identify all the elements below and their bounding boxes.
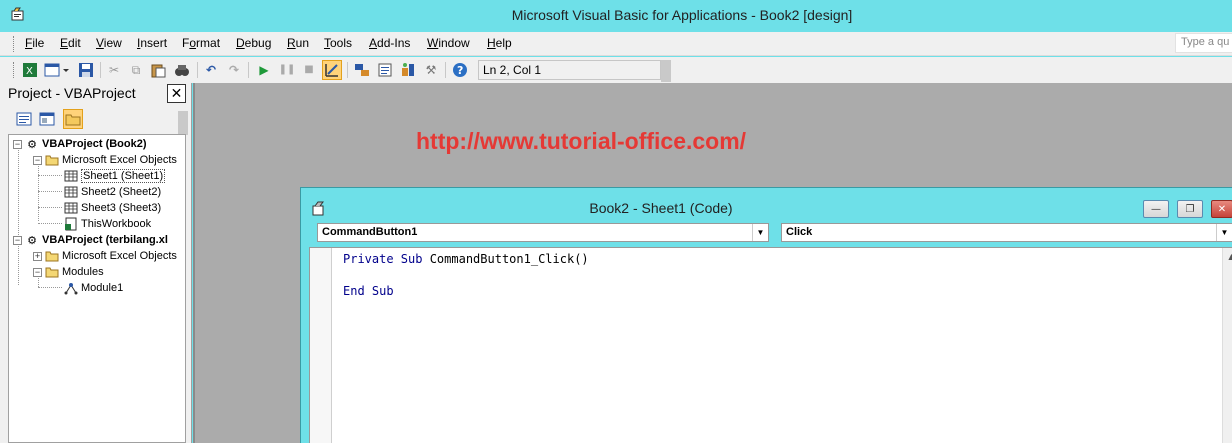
break-icon[interactable]: ❚❚: [277, 60, 297, 80]
splitter[interactable]: [193, 83, 195, 443]
tree-excel-objects-folder-2[interactable]: + Microsoft Excel Objects: [33, 248, 177, 264]
project-explorer-panel: Project - VBAProject ✕ − ⚙ VBAProject (Boo…: [0, 83, 192, 443]
view-excel-icon[interactable]: X: [20, 60, 40, 80]
tree-vbaproject-book2[interactable]: − ⚙ VBAProject (Book2): [13, 136, 147, 152]
project-tree: − ⚙ VBAProject (Book2) − Microsoft Excel Ob…: [8, 134, 186, 443]
tree-vbaproject-terbilang[interactable]: − ⚙ VBAProject (terbilang.xl: [13, 232, 168, 248]
view-object-icon[interactable]: [37, 109, 57, 129]
cursor-position-status: Ln 2, Col 1: [478, 60, 661, 80]
module-icon: [64, 281, 78, 295]
reset-icon[interactable]: ■: [299, 60, 319, 80]
project-toolbar-options[interactable]: [178, 111, 188, 135]
code-editor[interactable]: Private Sub CommandButton1_Click() End S…: [309, 247, 1232, 443]
vba-project-icon: ⚙: [27, 234, 37, 247]
worksheet-icon: [64, 185, 78, 199]
project-toolbar: [0, 105, 192, 135]
project-panel-title: Project - VBAProject: [8, 85, 136, 101]
tree-modules-folder[interactable]: − Modules: [33, 264, 104, 280]
menu-bar: File Edit View Insert Format Debug Run T…: [0, 32, 1232, 56]
menu-run[interactable]: Run: [287, 36, 309, 50]
tree-sheet1[interactable]: Sheet1 (Sheet1): [64, 168, 166, 184]
design-mode-icon[interactable]: [322, 60, 342, 80]
tree-sheet3[interactable]: Sheet3 (Sheet3): [64, 200, 161, 216]
menu-insert[interactable]: Insert: [137, 36, 167, 50]
menu-tools[interactable]: Tools: [324, 36, 352, 50]
vba-project-icon: ⚙: [27, 138, 37, 151]
menu-file[interactable]: File: [25, 36, 44, 50]
toolbar-empty-area: [672, 57, 1232, 83]
code-line-2[interactable]: End Sub: [343, 284, 394, 298]
redo-icon[interactable]: ↷: [224, 60, 244, 80]
menu-format[interactable]: Format: [182, 36, 220, 50]
copy-icon[interactable]: ⧉: [126, 60, 146, 80]
cut-icon[interactable]: ✂: [104, 60, 124, 80]
close-icon[interactable]: ✕: [167, 84, 186, 103]
svg-text:?: ?: [457, 64, 463, 77]
find-icon[interactable]: [172, 60, 192, 80]
toolbar-grip-handle[interactable]: [13, 62, 16, 78]
restore-button[interactable]: ❐: [1177, 200, 1203, 218]
menu-window[interactable]: Window: [427, 36, 470, 50]
close-button[interactable]: ✕: [1211, 200, 1232, 218]
folder-closed-icon: [45, 249, 59, 263]
menu-edit[interactable]: Edit: [60, 36, 81, 50]
watermark-url: http://www.tutorial-office.com/: [416, 128, 747, 154]
worksheet-icon: [64, 169, 78, 183]
menu-help[interactable]: Help: [487, 36, 512, 50]
project-explorer-icon[interactable]: [352, 60, 372, 80]
workbook-icon: [64, 217, 78, 231]
svg-text:X: X: [26, 66, 33, 77]
procedure-dropdown[interactable]: Click ▼: [781, 223, 1232, 242]
menu-debug[interactable]: Debug: [236, 36, 271, 50]
folder-open-icon: [45, 153, 59, 167]
chevron-down-icon[interactable]: ▼: [752, 224, 768, 241]
object-browser-icon[interactable]: [398, 60, 418, 80]
title-bar: Microsoft Visual Basic for Applications …: [0, 0, 1232, 32]
folder-open-icon: [45, 265, 59, 279]
code-window-title: Book2 - Sheet1 (Code): [589, 200, 733, 216]
toggle-folders-icon[interactable]: [63, 109, 83, 129]
insert-userform-icon[interactable]: [42, 60, 72, 80]
view-code-icon[interactable]: [14, 109, 34, 129]
code-line-1[interactable]: Private Sub CommandButton1_Click(): [343, 252, 589, 266]
save-icon[interactable]: [76, 60, 96, 80]
tree-excel-objects-folder[interactable]: − Microsoft Excel Objects: [33, 152, 177, 168]
menu-grip-handle[interactable]: [13, 36, 16, 52]
tree-sheet2[interactable]: Sheet2 (Sheet2): [64, 184, 161, 200]
menu-view[interactable]: View: [96, 36, 122, 50]
minimize-button[interactable]: —: [1143, 200, 1169, 218]
run-icon[interactable]: ▶: [254, 60, 274, 80]
properties-window-icon[interactable]: [375, 60, 395, 80]
chevron-down-icon[interactable]: ▼: [1216, 224, 1232, 241]
worksheet-icon: [64, 201, 78, 215]
toolbar-options-handle[interactable]: [661, 60, 671, 82]
help-search-input[interactable]: Type a qu: [1175, 33, 1232, 53]
menu-add-ins[interactable]: Add-Ins: [369, 36, 410, 50]
undo-icon[interactable]: ↶: [201, 60, 221, 80]
tree-module1[interactable]: Module1: [64, 280, 123, 296]
paste-icon[interactable]: [148, 60, 168, 80]
editor-scrollbar[interactable]: ▲: [1222, 248, 1232, 443]
scroll-up-icon[interactable]: ▲: [1223, 248, 1232, 265]
toolbox-icon[interactable]: ⚒: [421, 60, 441, 80]
window-title: Microsoft Visual Basic for Applications …: [511, 7, 853, 23]
object-dropdown[interactable]: CommandButton1 ▼: [317, 223, 769, 242]
editor-margin[interactable]: [310, 248, 332, 443]
help-icon[interactable]: ?: [450, 60, 470, 80]
tree-thisworkbook[interactable]: ThisWorkbook: [64, 216, 151, 232]
code-window: Book2 - Sheet1 (Code) — ❐ ✕ CommandButto…: [300, 187, 1232, 443]
